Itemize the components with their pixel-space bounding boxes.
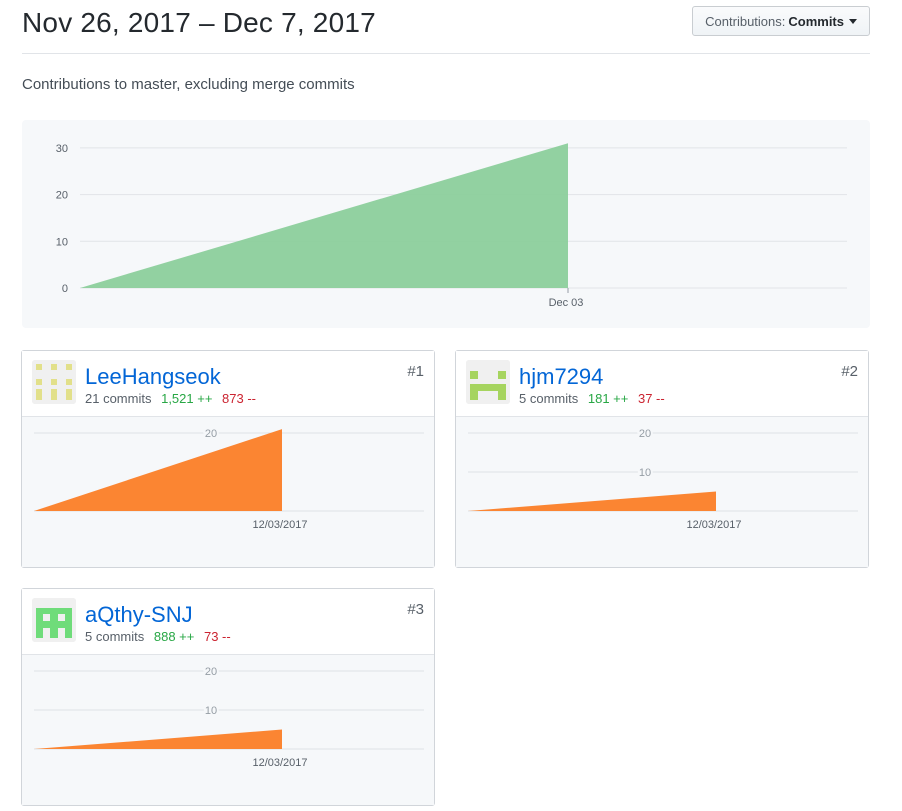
commit-count[interactable]: 5 commits (519, 391, 578, 406)
y-tick-label: 20 (56, 190, 68, 202)
commit-count[interactable]: 21 commits (85, 391, 151, 406)
area-series (468, 491, 716, 511)
contributor-chart: 10 20 12/03/2017 (456, 417, 868, 567)
contributor-chart-svg: 10 20 12/03/2017 (468, 426, 858, 531)
x-tick-label: 12/03/2017 (252, 519, 307, 531)
page-header: Nov 26, 2017 – Dec 7, 2017 Contributions… (22, 0, 870, 54)
contributor-card: aQthy-SNJ 5 commits 888 ++ 73 -- #3 10 20… (21, 588, 435, 806)
area-series (34, 729, 282, 749)
deletions-count: 37 -- (637, 391, 665, 406)
contributor-card: hjm7294 5 commits 181 ++ 37 -- #2 10 20 12… (455, 350, 869, 568)
deletions-count: 73 -- (203, 629, 231, 644)
contributor-name-link[interactable]: LeeHangseok (85, 364, 221, 390)
y-tick-label: 20 (205, 666, 217, 678)
contributor-stats: 5 commits 888 ++ 73 -- (85, 629, 231, 644)
x-tick-label: 12/03/2017 (686, 519, 741, 531)
commit-count[interactable]: 5 commits (85, 629, 144, 644)
page-title: Nov 26, 2017 – Dec 7, 2017 (22, 7, 376, 38)
avatar[interactable] (32, 598, 76, 642)
area-series (80, 143, 568, 288)
additions-count: 181 ++ (587, 391, 629, 406)
contributor-chart-svg: 10 20 12/03/2017 (34, 664, 424, 769)
avatar[interactable] (466, 360, 510, 404)
overall-contributions-chart: 0 10 20 30 Dec 03 (22, 120, 870, 328)
contributor-stats: 21 commits 1,521 ++ 873 -- (85, 391, 256, 406)
contributor-name-link[interactable]: hjm7294 (519, 364, 603, 390)
y-tick-label: 10 (639, 467, 651, 479)
contributor-chart: 20 12/03/2017 (22, 417, 434, 567)
x-tick-label: Dec 03 (549, 297, 584, 309)
contributor-card-header: hjm7294 5 commits 181 ++ 37 -- #2 (456, 351, 868, 417)
y-tick-label: 10 (56, 236, 68, 248)
overall-chart-svg: 0 10 20 30 Dec 03 (56, 143, 847, 309)
y-tick-label: 20 (639, 428, 651, 440)
y-tick-label: 20 (205, 428, 217, 440)
contributions-value: Commits (788, 13, 844, 29)
contributor-stats: 5 commits 181 ++ 37 -- (519, 391, 665, 406)
graph-subtitle: Contributions to master, excluding merge… (22, 76, 355, 93)
y-tick-label: 10 (205, 705, 217, 717)
deletions-count: 873 -- (222, 391, 257, 406)
contributor-card-header: LeeHangseok 21 commits 1,521 ++ 873 -- #… (22, 351, 434, 417)
avatar[interactable] (32, 360, 76, 404)
contributions-label: Contributions: (705, 13, 786, 29)
caret-down-icon (849, 18, 857, 24)
contributor-rank: #1 (407, 363, 424, 380)
x-tick-label: 12/03/2017 (252, 757, 307, 769)
contributor-chart-svg: 20 12/03/2017 (34, 426, 424, 531)
contributor-rank: #2 (841, 363, 858, 380)
y-tick-label: 30 (56, 143, 68, 155)
contributor-card: LeeHangseok 21 commits 1,521 ++ 873 -- #… (21, 350, 435, 568)
y-tick-label: 0 (62, 283, 68, 295)
contributor-chart: 10 20 12/03/2017 (22, 655, 434, 805)
additions-count: 888 ++ (153, 629, 195, 644)
contributor-rank: #3 (407, 601, 424, 618)
additions-count: 1,521 ++ (161, 391, 213, 406)
contributor-name-link[interactable]: aQthy-SNJ (85, 602, 193, 628)
contributor-card-header: aQthy-SNJ 5 commits 888 ++ 73 -- #3 (22, 589, 434, 655)
area-series (34, 429, 282, 511)
contributions-type-dropdown[interactable]: Contributions: Commits (692, 6, 870, 36)
